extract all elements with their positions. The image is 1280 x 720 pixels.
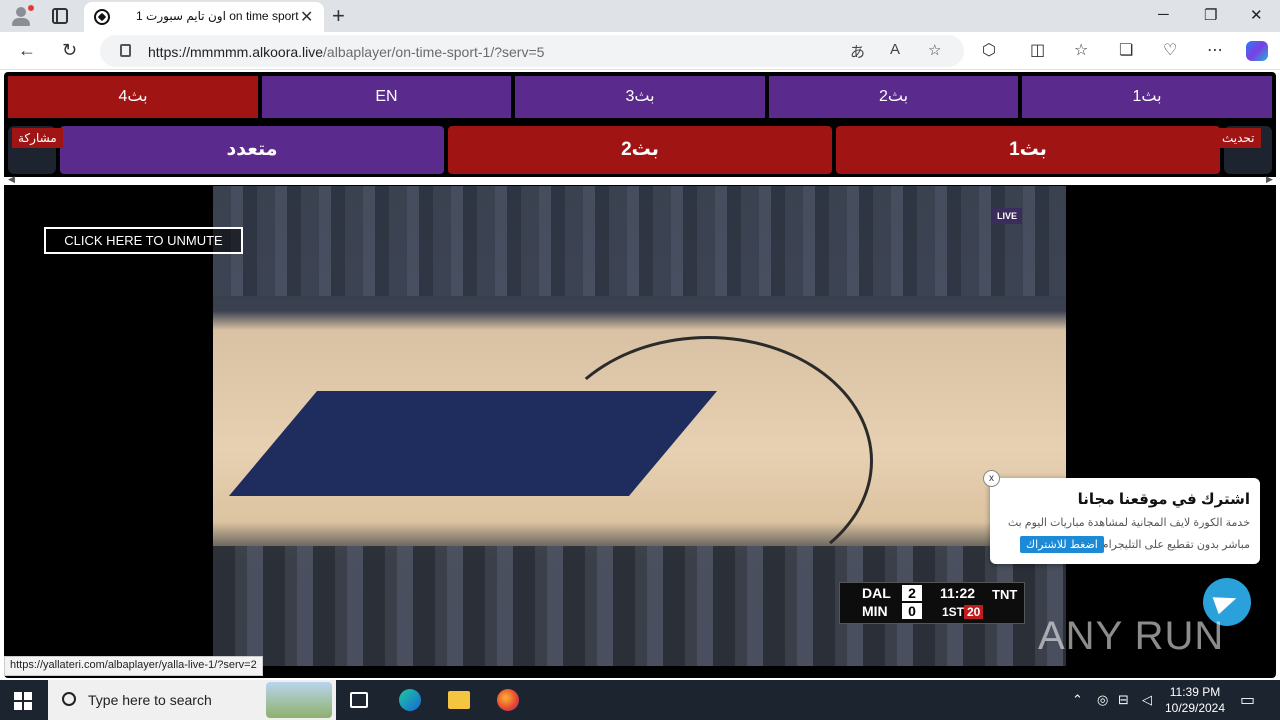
tab-strip: اون تايم سبورت 1 on time sport ✕ + ─ ❐ ✕ [0, 0, 1280, 32]
refresh-tag[interactable]: تحديث [1216, 128, 1261, 148]
stream-1-button[interactable]: بث1 [836, 126, 1220, 174]
search-highlight-image [266, 682, 332, 718]
unmute-button[interactable]: CLICK HERE TO UNMUTE [44, 227, 243, 254]
tray-overflow-icon[interactable]: ⌃ [1072, 692, 1083, 708]
server-button-2[interactable]: بث2 [769, 76, 1018, 118]
refresh-icon[interactable]: ↻ [62, 40, 77, 61]
minimize-icon[interactable]: ─ [1158, 6, 1169, 23]
volume-icon[interactable]: ◁ [1142, 692, 1152, 708]
server-button-en[interactable]: EN [262, 76, 511, 118]
video-player[interactable]: LIVE DAL 2 MIN 0 11:22 1ST 20 TNT [213, 186, 1066, 666]
status-bar-url: https://yallateri.com/albaplayer/yalla-l… [4, 656, 263, 676]
clock-date: 10/29/2024 [1164, 701, 1226, 715]
watermark-text: ANY RUN [1038, 614, 1225, 658]
stream-2-button[interactable]: بث2 [448, 126, 832, 174]
new-tab-icon[interactable]: + [332, 3, 345, 29]
network-icon[interactable]: ⊟ [1118, 692, 1129, 708]
multi-server-button[interactable]: متعدد [60, 126, 444, 174]
url-text: https://mmmmm.alkoora.live/albaplayer/on… [148, 44, 545, 60]
tab-actions-icon[interactable] [52, 8, 68, 24]
tab-title: اون تايم سبورت 1 on time sport [136, 9, 299, 23]
live-badge: LIVE [991, 208, 1022, 224]
profile-icon[interactable] [10, 5, 34, 27]
search-icon [62, 692, 76, 706]
search-placeholder: Type here to search [88, 692, 212, 708]
active-tab[interactable]: اون تايم سبورت 1 on time sport ✕ [84, 2, 324, 32]
file-explorer-icon[interactable] [448, 691, 470, 709]
subscribe-button[interactable]: اضغط للاشتراك [1020, 536, 1104, 553]
fouls-count: 20 [964, 605, 984, 619]
scoreboard: DAL 2 MIN 0 11:22 1ST 20 TNT [839, 582, 1025, 624]
copilot-icon[interactable] [1246, 41, 1268, 61]
popup-line-1: خدمة الكورة لايف المجانية لمشاهدة مباريا… [1007, 517, 1250, 529]
taskbar-search[interactable]: Type here to search [48, 680, 336, 720]
favorites-icon[interactable]: ☆ [1074, 40, 1088, 60]
subscribe-popup: اشترك في موقعنا مجانا خدمة الكورة لايف ا… [990, 478, 1260, 564]
popup-close-icon[interactable]: x [983, 470, 1000, 487]
game-period: 1ST [942, 605, 965, 619]
windows-start-icon[interactable] [14, 692, 32, 710]
soccer-ball-icon [94, 9, 110, 25]
popup-title: اشترك في موقعنا مجانا [1077, 491, 1250, 508]
horizontal-scrollbar[interactable]: ◀ ▶ [4, 174, 1276, 185]
collections-icon[interactable]: ❏ [1119, 40, 1133, 60]
share-tag[interactable]: مشاركة [12, 128, 63, 148]
browser-essentials-icon[interactable]: ♡ [1163, 40, 1177, 60]
notifications-icon[interactable]: ▭ [1240, 690, 1255, 710]
system-clock[interactable]: 11:39 PM 10/29/2024 [1160, 684, 1230, 716]
network-logo: TNT [992, 587, 1018, 602]
translate-icon[interactable]: あ [850, 41, 865, 62]
server-button-4[interactable]: بث4 [8, 76, 258, 118]
team2-score: 0 [902, 603, 922, 619]
address-bar[interactable]: https://mmmmm.alkoora.live/albaplayer/on… [100, 35, 964, 67]
back-icon[interactable]: ← [18, 40, 36, 61]
server-button-3[interactable]: بث3 [515, 76, 765, 118]
more-menu-icon[interactable]: ⋯ [1207, 40, 1223, 60]
team1-name: DAL [862, 585, 891, 601]
game-clock: 11:22 [940, 585, 976, 601]
split-screen-icon[interactable]: ◫ [1030, 40, 1045, 60]
windows-taskbar: Type here to search ⌃ ◎ ⊟ ◁ 11:39 PM 10/… [0, 680, 1280, 720]
team1-score: 2 [902, 585, 922, 601]
read-aloud-icon[interactable]: A [890, 41, 900, 58]
close-tab-icon[interactable]: ✕ [300, 7, 313, 27]
task-view-icon[interactable] [350, 692, 368, 708]
clock-time: 11:39 PM [1169, 685, 1221, 699]
restore-icon[interactable]: ❐ [1204, 6, 1217, 24]
scroll-left-icon[interactable]: ◀ [8, 174, 15, 185]
extensions-icon[interactable]: ⬡ [982, 40, 996, 60]
meet-now-icon[interactable]: ◎ [1097, 692, 1108, 708]
crowd-top [213, 186, 1066, 296]
favorite-star-icon[interactable]: ☆ [928, 41, 941, 59]
team2-name: MIN [862, 603, 888, 619]
lock-icon [120, 44, 131, 57]
edge-icon[interactable] [399, 689, 421, 711]
popup-line-2: مباشر بدون تقطيع على التليجرام [1101, 539, 1250, 551]
close-window-icon[interactable]: ✕ [1250, 6, 1263, 24]
server-button-1[interactable]: بث1 [1022, 76, 1272, 118]
firefox-icon[interactable] [497, 689, 519, 711]
scroll-right-icon[interactable]: ▶ [1266, 174, 1273, 185]
